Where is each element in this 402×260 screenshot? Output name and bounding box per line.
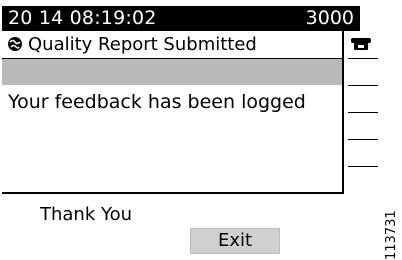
figure-code: 113731: [384, 210, 399, 260]
feedback-message: Your feedback has been logged: [8, 91, 306, 113]
main-panel: Quality Report Submitted Your feedback h…: [2, 31, 344, 194]
phone-screen: 20 14 08:19:02 3000 Quality Report Submi…: [0, 0, 402, 260]
line-key-divider: [348, 139, 378, 140]
line-key-divider: [348, 112, 378, 113]
selected-line-highlight: [2, 59, 342, 85]
panel-title: Quality Report Submitted: [28, 34, 257, 55]
line-key-divider: [348, 58, 378, 59]
line-key-divider: [348, 85, 378, 86]
status-bar: 20 14 08:19:02 3000: [2, 6, 360, 31]
line-key-divider: [348, 166, 378, 167]
globe-icon: [8, 37, 22, 51]
line-key-column: [344, 31, 380, 194]
phone-icon: [351, 38, 371, 50]
datetime: 20 14 08:19:02: [8, 7, 157, 29]
extension-number: 3000: [305, 7, 354, 29]
prompt-text: Thank You: [40, 204, 133, 225]
exit-softkey[interactable]: Exit: [190, 228, 280, 254]
title-row: Quality Report Submitted: [2, 31, 342, 59]
